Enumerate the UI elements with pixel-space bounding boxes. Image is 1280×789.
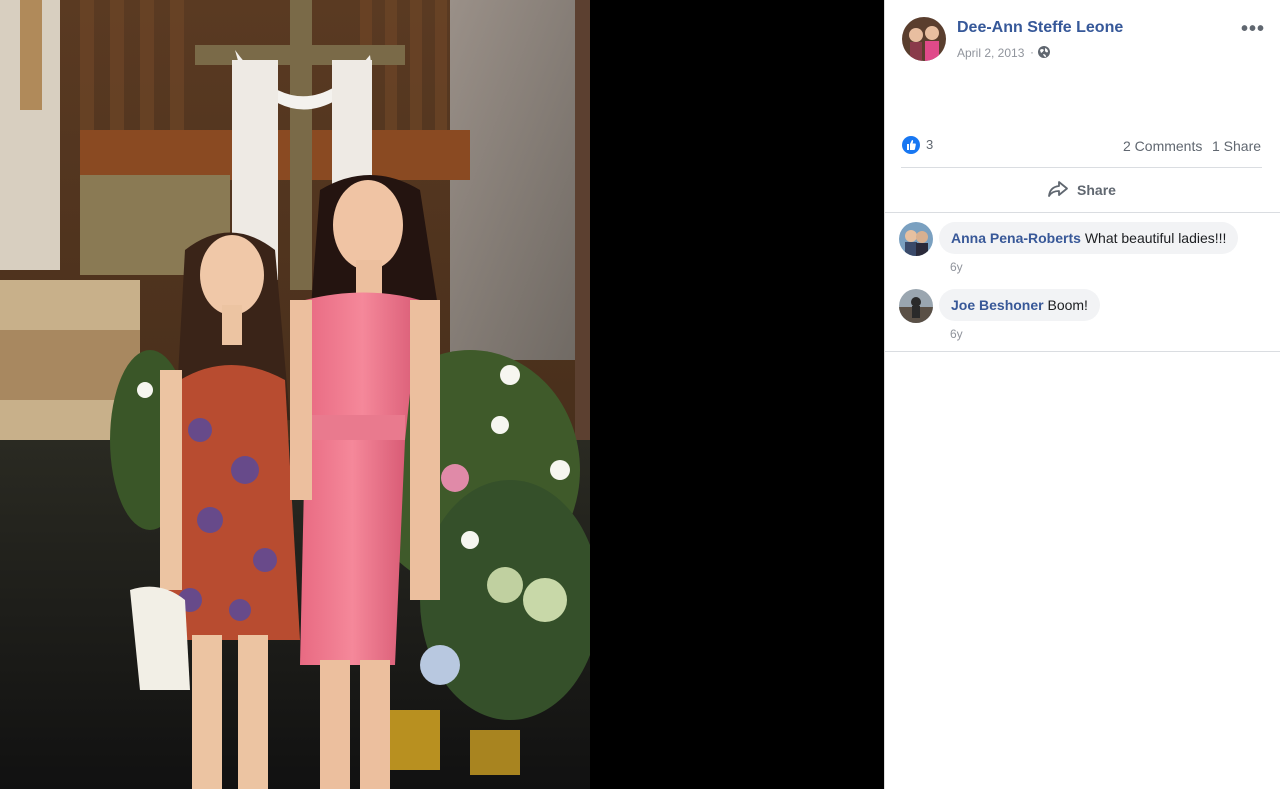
comment-timestamp[interactable]: 6y xyxy=(950,327,963,341)
globe-icon xyxy=(1037,45,1051,64)
photo-viewer xyxy=(0,0,884,789)
comments-count[interactable]: 2 Comments xyxy=(1123,138,1202,154)
divider xyxy=(901,167,1262,168)
post-date[interactable]: April 2, 2013 xyxy=(957,46,1024,60)
date-separator: · xyxy=(1030,45,1034,59)
divider xyxy=(885,212,1280,213)
share-button[interactable]: Share xyxy=(901,172,1262,208)
comment-author[interactable]: Anna Pena-Roberts xyxy=(951,230,1081,246)
like-count[interactable]: 3 xyxy=(926,137,933,152)
comment-bubble: Joe Beshoner Boom! xyxy=(939,289,1100,321)
share-icon xyxy=(1047,180,1069,201)
post-photo[interactable] xyxy=(0,0,590,789)
more-options-button[interactable]: ••• xyxy=(1241,18,1265,41)
post-sidebar: Dee-Ann Steffe Leone April 2, 2013 · •••… xyxy=(884,0,1280,789)
commenter-avatar[interactable] xyxy=(899,289,933,323)
author-avatar[interactable] xyxy=(902,17,946,61)
comment-bubble: Anna Pena-Roberts What beautiful ladies!… xyxy=(939,222,1239,254)
comment-author[interactable]: Joe Beshoner xyxy=(951,297,1044,313)
share-label: Share xyxy=(1077,182,1116,198)
like-icon[interactable] xyxy=(902,136,920,154)
comment-text: Boom! xyxy=(1047,297,1088,313)
post-author-name[interactable]: Dee-Ann Steffe Leone xyxy=(957,19,1123,37)
shares-count[interactable]: 1 Share xyxy=(1212,138,1261,154)
comment-timestamp[interactable]: 6y xyxy=(950,260,963,274)
commenter-avatar[interactable] xyxy=(899,222,933,256)
comment-text: What beautiful ladies!!! xyxy=(1084,230,1227,246)
divider xyxy=(885,351,1280,352)
